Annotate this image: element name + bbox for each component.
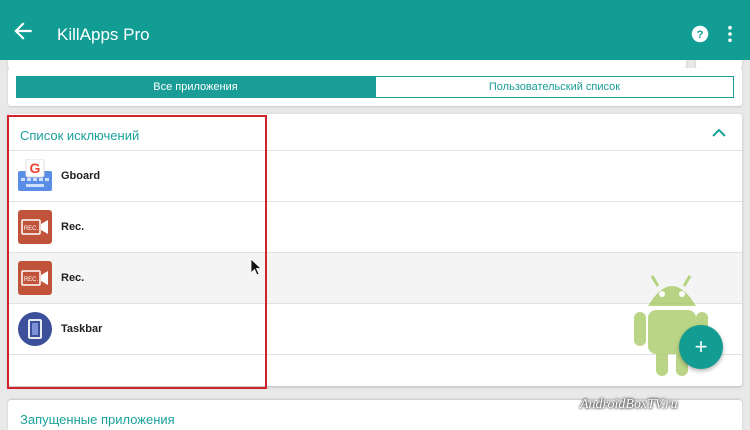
app-title: KillApps Pro [57, 25, 150, 44]
add-button[interactable]: + [679, 325, 723, 369]
plus-icon: + [694, 334, 708, 359]
app-filter-tabs: Все приложения Пользовательский список [8, 68, 742, 106]
more-vert-icon[interactable] [720, 25, 740, 43]
tab-custom-list[interactable]: Пользовательский список [375, 76, 734, 98]
chevron-up-icon[interactable] [712, 128, 726, 138]
app-bar: KillApps Pro ? [0, 0, 750, 60]
mouse-cursor-icon [250, 258, 262, 276]
arrow-back-icon[interactable] [10, 18, 36, 44]
tab-all-apps[interactable]: Все приложения [16, 76, 375, 98]
watermark: AndroidBoxTV.ru [580, 397, 678, 412]
help-circle-icon[interactable]: ? [691, 25, 709, 43]
svg-text:?: ? [697, 29, 704, 41]
highlight-box [7, 115, 267, 389]
